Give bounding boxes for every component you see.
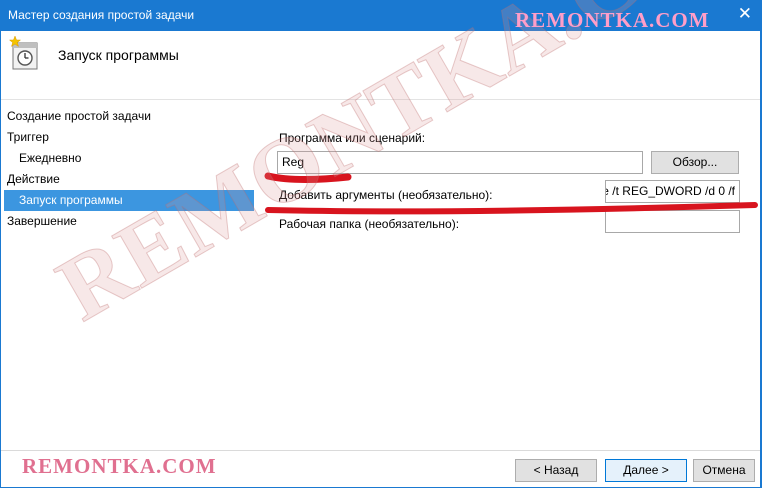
window-border-left — [0, 31, 1, 488]
watermark-top: REMONTKA.COM — [515, 8, 710, 32]
footer-divider — [0, 450, 762, 451]
next-button[interactable]: Далее > — [605, 459, 687, 482]
annotation-underline-args — [265, 202, 758, 215]
back-button[interactable]: < Назад — [515, 459, 597, 482]
watermark-bottom: REMONTKA.COM — [22, 454, 217, 478]
cancel-button[interactable]: Отмена — [693, 459, 755, 482]
